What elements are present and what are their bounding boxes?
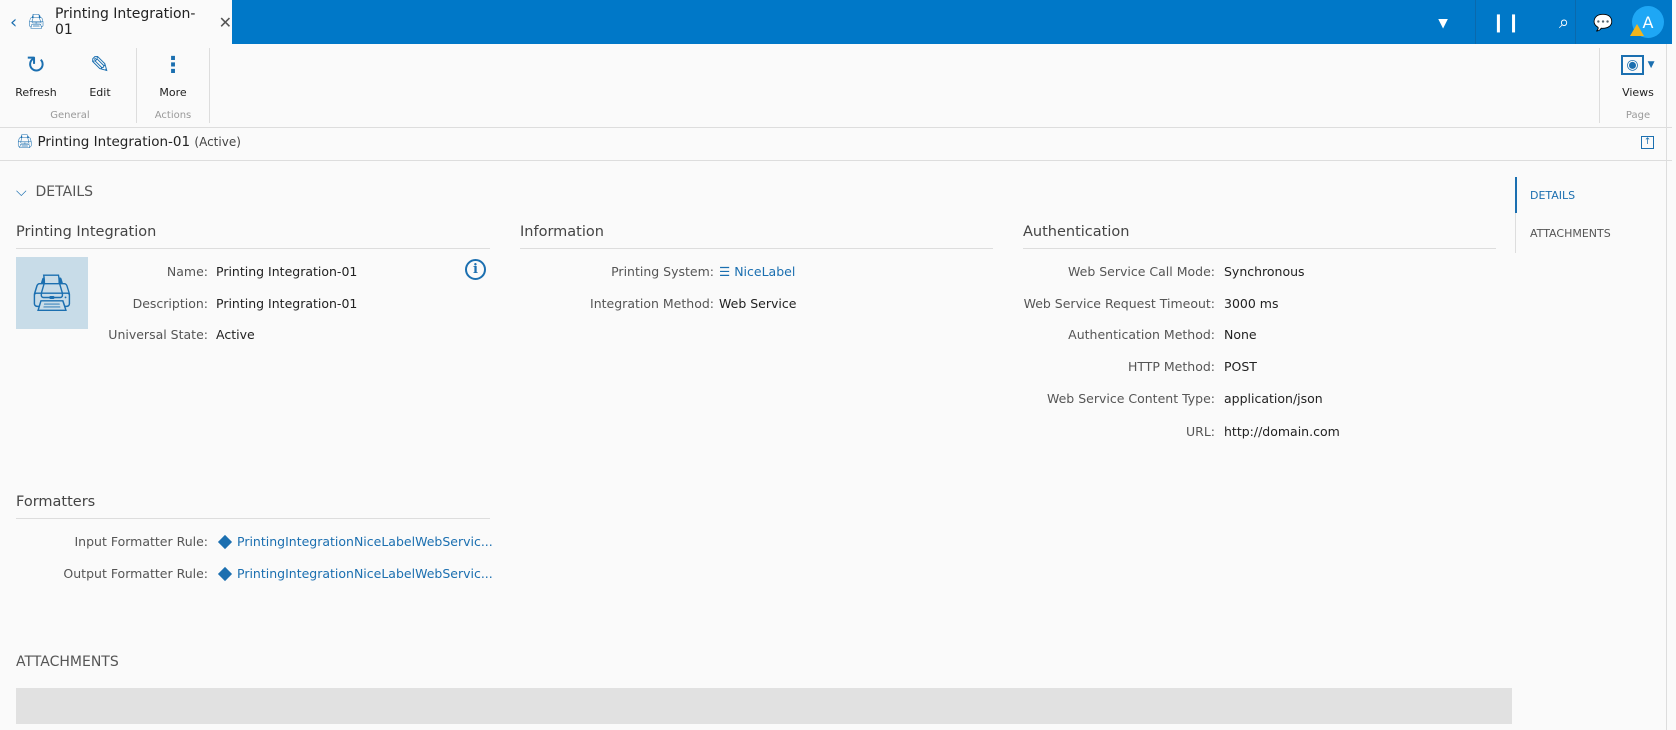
section-title: Authentication (1023, 224, 1130, 240)
list-icon: ☰ (719, 264, 731, 279)
attachments-heading: ATTACHMENTS (16, 654, 119, 670)
barcode-icon[interactable]: ❙❙ (1478, 0, 1534, 44)
section-title: Printing Integration (16, 224, 157, 240)
refresh-icon: ↻ (25, 51, 47, 79)
section-title: Formatters (16, 494, 96, 510)
printer-gear-image: 🖨 (16, 257, 88, 329)
sidenav-item-attachments[interactable]: ATTACHMENTS (1530, 227, 1611, 240)
field-value: application/json (1224, 391, 1323, 406)
field-value: Synchronous (1224, 264, 1305, 279)
chevron-down-icon: ⌵ (16, 184, 27, 200)
field-value: Web Service (719, 296, 797, 311)
field-value: None (1224, 327, 1257, 342)
output-formatter-link[interactable]: PrintingIntegrationNiceLabelWebServic... (217, 566, 493, 582)
field-label: URL: (1185, 424, 1215, 439)
field-label: Printing System: (611, 264, 714, 279)
rule-diamond-icon (217, 566, 233, 582)
field-label: Web Service Request Timeout: (1023, 296, 1215, 311)
edit-button[interactable]: ✎ Edit (70, 50, 130, 99)
input-formatter-link[interactable]: PrintingIntegrationNiceLabelWebServic... (217, 534, 493, 550)
scrollbar[interactable] (1666, 44, 1667, 730)
views-button[interactable]: ◉ ▼ Views (1608, 50, 1668, 99)
field-label: Web Service Call Mode: (1068, 264, 1215, 279)
status-badge: (Active) (194, 135, 241, 149)
printer-gear-icon: 🖨 (16, 134, 34, 150)
printer-gear-icon: 🖨 (27, 14, 45, 30)
field-value: http://domain.com (1224, 424, 1340, 439)
field-label: Web Service Content Type: (1046, 391, 1215, 406)
attachments-placeholder (16, 688, 1512, 724)
field-label: Integration Method: (590, 296, 714, 311)
sidenav-active-indicator (1515, 177, 1517, 213)
dropdown-icon[interactable]: ▼ (1428, 0, 1458, 44)
warning-icon (1630, 24, 1644, 36)
eye-icon: ◉ ▼ (1608, 50, 1668, 80)
rule-diamond-icon (217, 534, 233, 550)
top-bar (0, 0, 1672, 44)
field-label: Output Formatter Rule: (63, 566, 208, 581)
more-button[interactable]: ⋮ More (143, 50, 203, 100)
group-page-label: Page (1625, 110, 1651, 121)
close-icon[interactable]: ✕ (219, 13, 232, 32)
field-value: Printing Integration-01 (216, 296, 358, 311)
group-actions-label: Actions (154, 110, 192, 121)
field-value: Printing Integration-01 (216, 264, 358, 279)
page-tab[interactable]: ‹ 🖨 Printing Integration-01 ✕ (0, 0, 232, 44)
field-label: Input Formatter Rule: (74, 534, 208, 549)
tab-title: Printing Integration-01 (54, 6, 196, 38)
section-title: Information (520, 224, 604, 240)
field-value: 3000 ms (1224, 296, 1279, 311)
chat-icon[interactable]: 💬 (1580, 0, 1626, 44)
field-label: Name: (166, 264, 208, 279)
pencil-icon: ✎ (89, 51, 111, 79)
back-icon[interactable]: ‹ (10, 12, 17, 33)
refresh-button[interactable]: ↻ Refresh (6, 50, 66, 99)
field-label: HTTP Method: (1127, 359, 1215, 374)
sidenav-item-details[interactable]: DETAILS (1530, 189, 1575, 202)
field-value: POST (1224, 359, 1257, 374)
details-toggle[interactable]: ⌵ DETAILS (16, 184, 93, 200)
printing-system-link[interactable]: ☰ NiceLabel (719, 264, 795, 279)
field-value: Active (216, 327, 255, 342)
field-label: Authentication Method: (1068, 327, 1215, 342)
more-vertical-icon: ⋮ (162, 52, 184, 78)
group-general-label: General (50, 110, 90, 121)
collapse-header-icon[interactable]: ↑ (1641, 136, 1654, 149)
field-label: Universal State: (108, 327, 208, 342)
field-label: Description: (132, 296, 208, 311)
record-title: 🖨 Printing Integration-01 (Active) (16, 134, 241, 150)
info-icon[interactable]: i (465, 259, 486, 280)
